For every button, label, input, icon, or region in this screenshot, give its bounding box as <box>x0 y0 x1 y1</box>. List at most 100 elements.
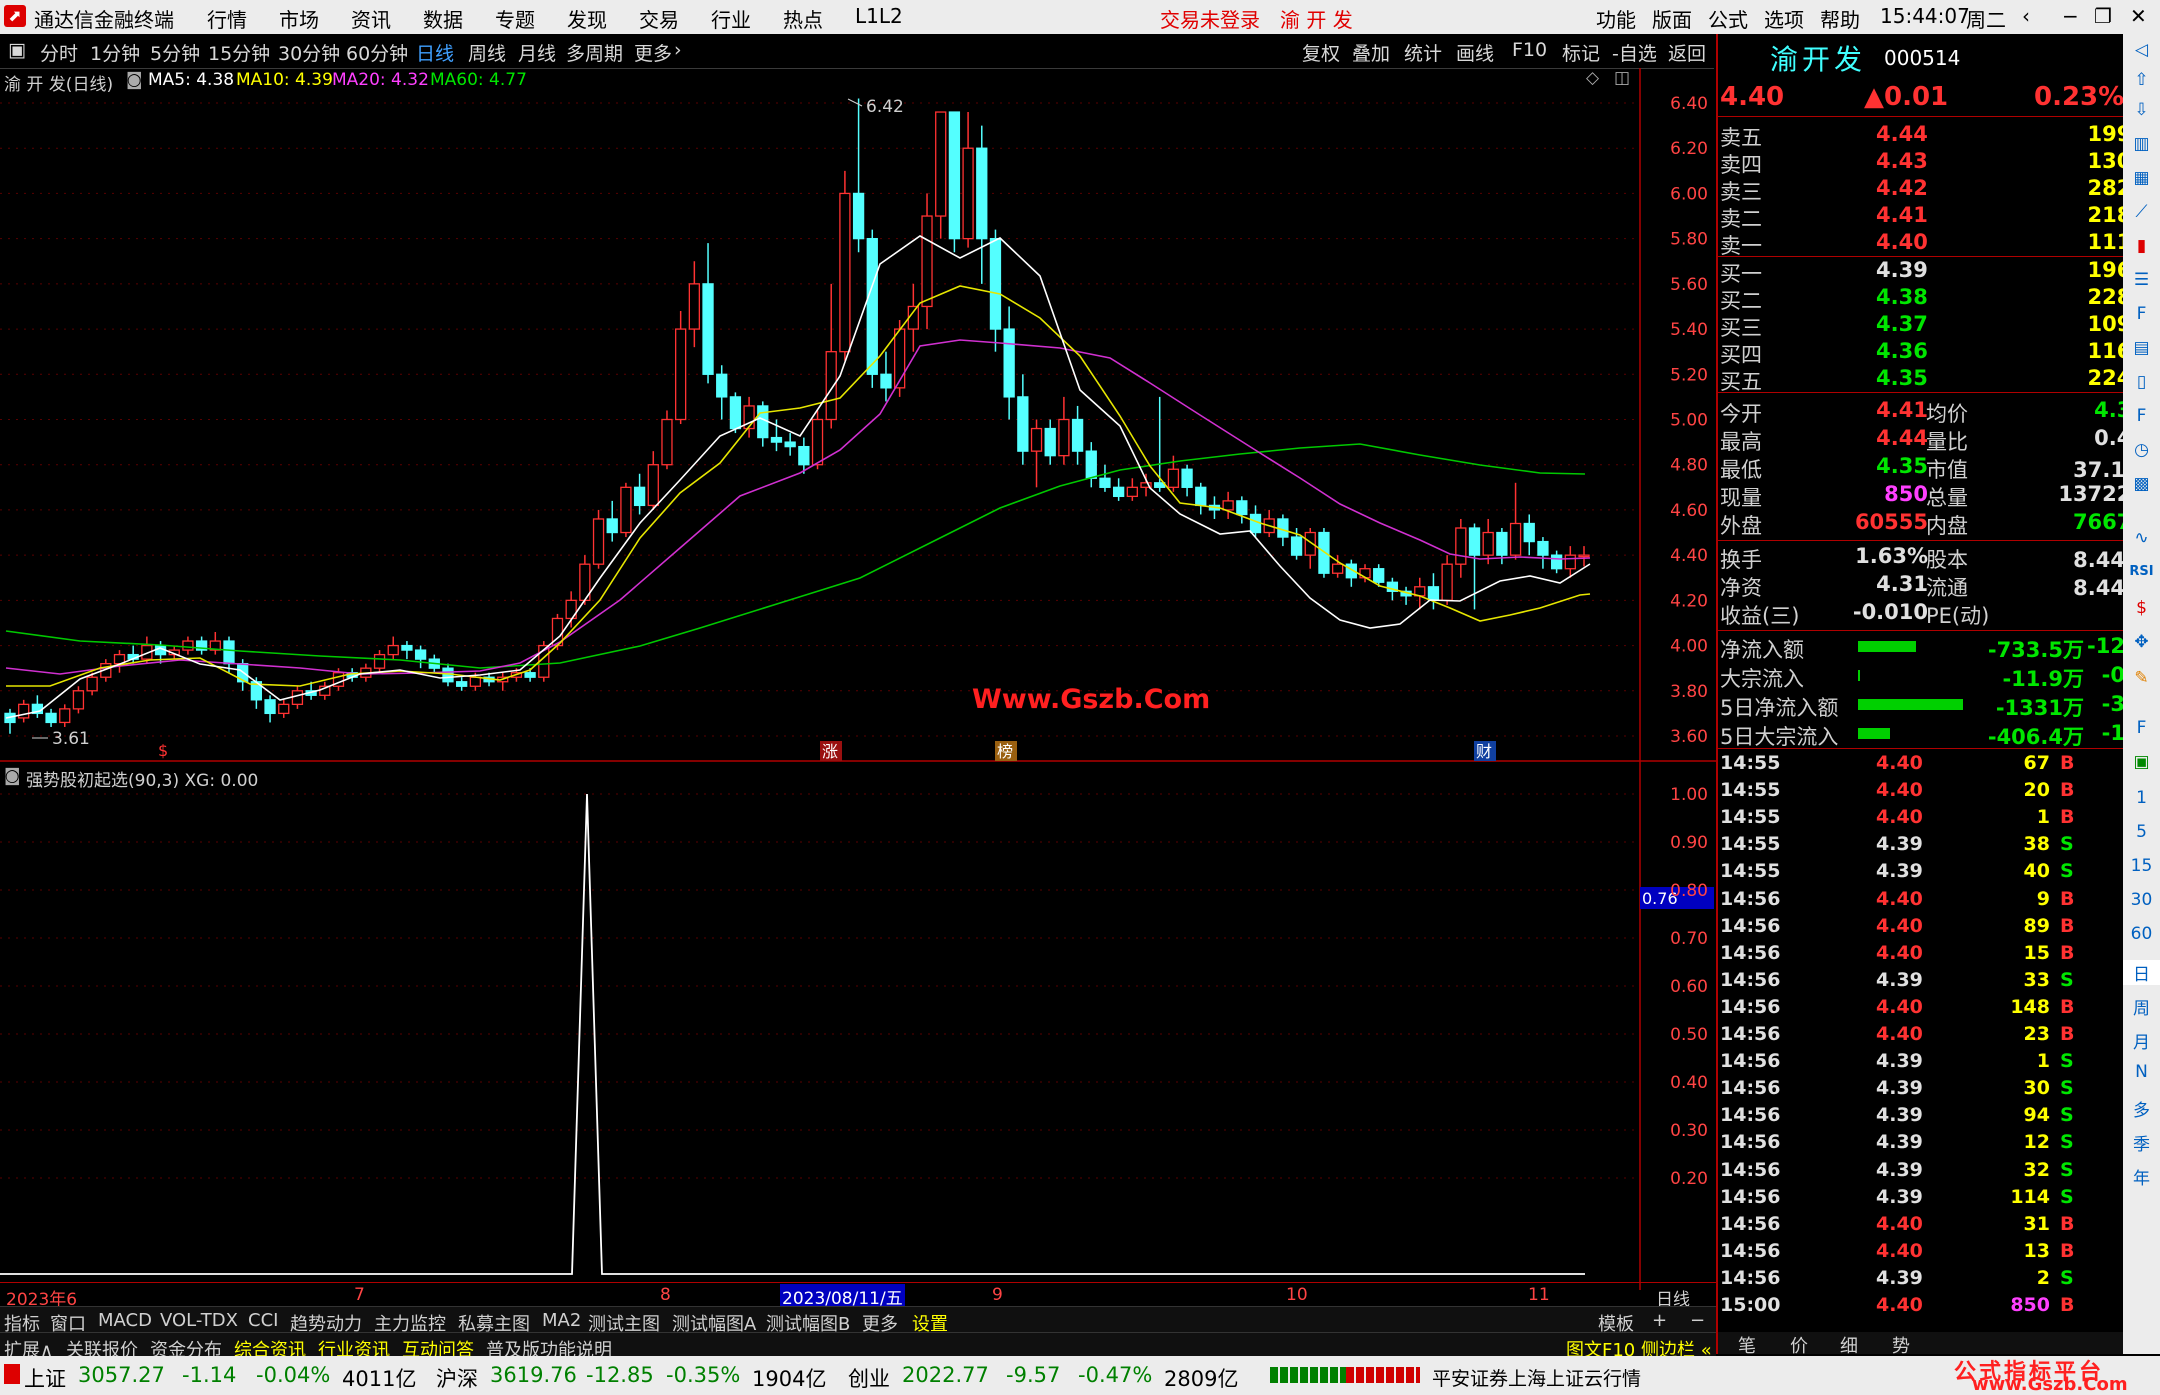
marker-dollar[interactable]: $ <box>158 741 168 760</box>
tab-macd[interactable]: MACD <box>98 1310 152 1331</box>
marker-bang[interactable]: 榜 <box>997 742 1013 761</box>
toolbar-huaxian-button[interactable]: 画线 <box>1456 39 1494 66</box>
menu-item-hangye[interactable]: 行业 <box>711 4 751 33</box>
toolbar-back-button[interactable]: 返回 <box>1668 39 1706 66</box>
period-30[interactable]: 30 <box>2123 890 2160 910</box>
grid-icon[interactable]: ▦ <box>2123 168 2160 188</box>
restore-icon[interactable]: ❐ <box>2094 4 2112 28</box>
minimize-icon[interactable]: − <box>2062 4 2079 28</box>
back-arrow-icon[interactable]: ‹ <box>2022 4 2030 28</box>
tab-xi[interactable]: 细 <box>1840 1332 1858 1358</box>
rsi-icon[interactable]: RSI <box>2123 564 2160 579</box>
ask-row[interactable]: 卖四 4.43 1309 <box>1718 149 2150 177</box>
bid-row[interactable]: 买五 4.35 2244 <box>1718 366 2150 394</box>
hs-index-name[interactable]: 沪深 <box>436 1363 478 1393</box>
menu-item-hangqing[interactable]: 行情 <box>207 4 247 33</box>
bid-row[interactable]: 买一 4.39 1969 <box>1718 258 2150 286</box>
period-month[interactable]: 月 <box>2123 1028 2160 1053</box>
ask-row[interactable]: 卖一 4.40 1111 <box>1718 230 2150 258</box>
menu-item-shuju[interactable]: 数据 <box>423 4 463 33</box>
period-5[interactable]: 5 <box>2123 822 2160 842</box>
flow-icon[interactable]: ▩ <box>2123 474 2160 494</box>
menu-item-l1l2[interactable]: L1L2 <box>855 4 903 28</box>
line-chart-icon[interactable]: ⟋ <box>2123 202 2160 222</box>
candle-icon[interactable]: ▮ <box>2123 236 2160 256</box>
toolbar-f10-button[interactable]: F10 <box>1512 39 1547 61</box>
period-tab-more[interactable]: 更多 <box>634 39 672 66</box>
period-tab-month[interactable]: 月线 <box>518 39 556 66</box>
ask-row[interactable]: 卖五 4.44 1992 <box>1718 122 2150 150</box>
marker-zhang[interactable]: 涨 <box>822 742 838 761</box>
period-tab-day[interactable]: 日线 <box>416 39 454 66</box>
doc-icon[interactable]: ▯ <box>2123 372 2160 392</box>
collapse-icon[interactable]: ◁ <box>2123 40 2160 60</box>
tick-list[interactable]: 14:55 4.40 67 B 414:55 4.40 20 B 214:55 … <box>1718 750 2146 1322</box>
menu-item-xuanxiang[interactable]: 选项 <box>1764 4 1804 33</box>
tab-ma2[interactable]: MA2 <box>542 1310 581 1331</box>
money-icon[interactable]: $ <box>2123 598 2160 618</box>
add-pane-button[interactable]: + <box>1652 1310 1667 1331</box>
period-quarter[interactable]: 季 <box>2123 1130 2160 1155</box>
f10-icon[interactable]: F <box>2123 304 2160 324</box>
period-60[interactable]: 60 <box>2123 924 2160 944</box>
f2-icon[interactable]: F <box>2123 406 2160 426</box>
bar-chart-icon[interactable]: ▥ <box>2123 134 2160 154</box>
period-week[interactable]: 周 <box>2123 994 2160 1019</box>
menu-item-shichang[interactable]: 市场 <box>279 4 319 33</box>
close-icon[interactable]: ✕ <box>2130 4 2147 28</box>
remove-pane-button[interactable]: − <box>1690 1310 1705 1331</box>
period-tab-15min[interactable]: 15分钟 <box>208 39 270 66</box>
period-tab-5min[interactable]: 5分钟 <box>150 39 200 66</box>
toolbar-tongji-button[interactable]: 统计 <box>1404 39 1442 66</box>
menu-item-zixun[interactable]: 资讯 <box>351 4 391 33</box>
toolbar-diejia-button[interactable]: 叠加 <box>1352 39 1390 66</box>
tab-jia[interactable]: 价 <box>1790 1332 1808 1358</box>
period-tab-1min[interactable]: 1分钟 <box>90 39 140 66</box>
bid-row[interactable]: 买三 4.37 1093 <box>1718 312 2150 340</box>
period-day[interactable]: 日 <box>2123 960 2160 985</box>
list-icon[interactable]: ☰ <box>2123 270 2160 290</box>
pen-icon[interactable]: ✎ <box>2123 668 2160 688</box>
tab-bi[interactable]: 笔 <box>1738 1332 1756 1358</box>
menu-item-jiaoyi[interactable]: 交易 <box>639 4 679 33</box>
period-tab-multi[interactable]: 多周期 <box>566 39 623 66</box>
indicator-chart[interactable]: 0.76 1.000.900.800.700.600.500.400.300.2… <box>0 762 1716 1290</box>
login-status[interactable]: 交易未登录 <box>1160 4 1260 33</box>
tab-cci[interactable]: CCI <box>248 1310 278 1331</box>
image-icon[interactable]: ▣ <box>2123 752 2160 772</box>
fs-icon[interactable]: F <box>2123 718 2160 738</box>
arrow-down-icon[interactable]: ⇩ <box>2123 100 2160 120</box>
period-15[interactable]: 15 <box>2123 856 2160 876</box>
period-multi[interactable]: 多 <box>2123 1096 2160 1121</box>
move-icon[interactable]: ✥ <box>2123 632 2160 652</box>
menu-item-faxian[interactable]: 发现 <box>567 4 607 33</box>
broker-name[interactable]: 平安证券上海上证云行情 <box>1432 1364 1641 1391</box>
ask-row[interactable]: 卖三 4.42 2820 <box>1718 176 2150 204</box>
ask-row[interactable]: 卖二 4.41 2181 <box>1718 203 2150 231</box>
toolbar-fuquan-button[interactable]: 复权 <box>1302 39 1340 66</box>
panel-toggle-icon[interactable]: ▣ <box>8 39 26 61</box>
menu-item-bangzhu[interactable]: 帮助 <box>1820 4 1860 33</box>
period-tab-fenshi[interactable]: 分时 <box>40 39 78 66</box>
marker-cai[interactable]: 财 <box>1476 742 1492 761</box>
period-1[interactable]: 1 <box>2123 788 2160 808</box>
kline-chart[interactable]: 6.42 3.61 Www.Gszb.Com $ 涨 榜 财 6.40 6.20 6… <box>0 68 1716 762</box>
toolbar-biaoji-button[interactable]: 标记 <box>1562 39 1600 66</box>
period-tab-60min[interactable]: 60分钟 <box>346 39 408 66</box>
period-tab-week[interactable]: 周线 <box>468 39 506 66</box>
toolbar-zixuan-button[interactable]: -自选 <box>1612 39 1657 66</box>
tab-shi[interactable]: 势 <box>1892 1332 1910 1358</box>
bid-row[interactable]: 买四 4.36 1165 <box>1718 339 2150 367</box>
sh-index-name[interactable]: 上证 <box>24 1363 66 1393</box>
arrow-up-icon[interactable]: ⇧ <box>2123 70 2160 90</box>
table-icon[interactable]: ▤ <box>2123 338 2160 358</box>
bid-row[interactable]: 买二 4.38 2288 <box>1718 285 2150 313</box>
menu-item-zhuanti[interactable]: 专题 <box>495 4 535 33</box>
period-year[interactable]: 年 <box>2123 1164 2160 1189</box>
menu-item-gongneng[interactable]: 功能 <box>1596 4 1636 33</box>
period-n[interactable]: N <box>2123 1062 2160 1082</box>
wave-icon[interactable]: ∿ <box>2123 528 2160 548</box>
clock-icon[interactable]: ◷ <box>2123 440 2160 460</box>
cy-index-name[interactable]: 创业 <box>848 1363 890 1393</box>
menu-item-banmian[interactable]: 版面 <box>1652 4 1692 33</box>
